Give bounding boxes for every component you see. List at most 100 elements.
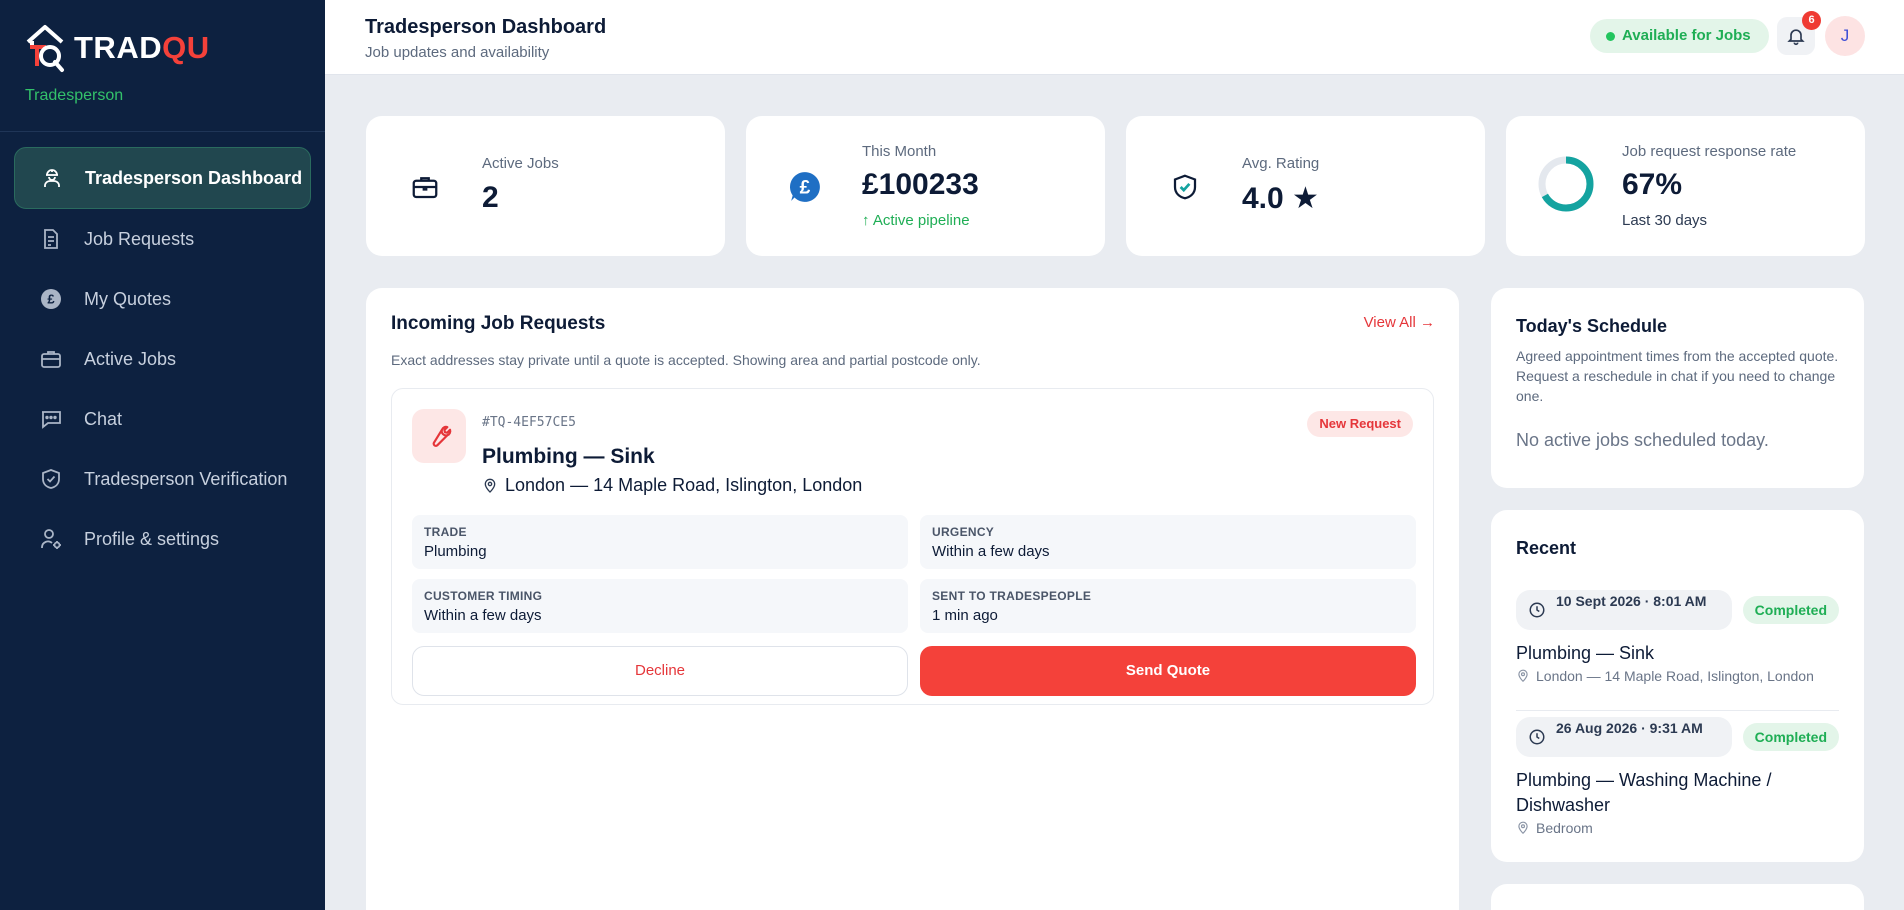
tradqu-logo-icon <box>26 25 64 72</box>
recent-date: 26 Aug 2026 · 9:31 AM <box>1516 717 1732 757</box>
recent-date: 10 Sept 2026 · 8:01 AM <box>1516 590 1732 630</box>
svg-text:£: £ <box>47 292 55 307</box>
pound-coin-icon: £ <box>788 170 822 204</box>
decline-button[interactable]: Decline <box>412 646 908 696</box>
sidebar: TRADQU Tradesperson Tradesperson Dashboa… <box>0 0 325 910</box>
recent-job-name: Plumbing — Sink <box>1516 643 1655 663</box>
brand-name: TRADQU <box>74 30 210 65</box>
recent-item[interactable]: 10 Sept 2026 · 8:01 AM Completed Plumbin… <box>1516 590 1839 700</box>
stat-card-this-month: £ This Month £100233 ↑ Active pipeline <box>746 116 1105 256</box>
pound-coin-icon: £ <box>38 286 64 312</box>
stat-footnote: ↑ Active pipeline <box>862 212 970 229</box>
field-trade: Trade Plumbing <box>412 515 908 569</box>
stat-label: This Month <box>862 143 937 160</box>
stat-value: £100233 <box>862 168 979 201</box>
clock-icon <box>1529 729 1545 745</box>
sidebar-item-profile-settings[interactable]: Profile & settings <box>14 509 311 569</box>
privacy-note: Exact addresses stay private until a quo… <box>391 352 981 368</box>
recent-title: Recent <box>1516 538 1577 558</box>
wrench-icon <box>412 409 466 463</box>
user-avatar[interactable]: J <box>1825 16 1865 56</box>
sidebar-item-chat[interactable]: Chat <box>14 389 311 449</box>
page-subtitle: Job updates and availability <box>365 44 550 61</box>
notification-count-badge: 6 <box>1802 11 1821 30</box>
stat-card-response-rate: Job request response rate 67% Last 30 da… <box>1506 116 1865 256</box>
schedule-description: Agreed appointment times from the accept… <box>1516 348 1839 404</box>
status-badge: Completed <box>1742 596 1839 624</box>
stat-label: Avg. Rating <box>1242 155 1320 172</box>
status-badge: Completed <box>1742 723 1839 751</box>
sidebar-item-label: Tradesperson Dashboard <box>85 167 303 188</box>
recent-divider <box>1516 710 1839 711</box>
page-title: Tradesperson Dashboard <box>365 16 607 38</box>
send-quote-button[interactable]: Send Quote <box>920 646 1416 696</box>
role-label: Tradesperson <box>25 87 124 104</box>
recent-card: Recent 10 Sept 2026 · 8:01 AM Completed … <box>1491 510 1864 862</box>
sidebar-item-active-jobs[interactable]: Active Jobs <box>14 329 311 389</box>
bell-icon <box>1787 29 1805 46</box>
next-card <box>1491 884 1864 910</box>
field-value: Plumbing <box>424 543 487 560</box>
field-value: 1 min ago <box>932 607 998 624</box>
clock-icon <box>1529 602 1545 618</box>
availability-toggle[interactable]: Available for Jobs <box>1590 19 1769 53</box>
stat-label: Job request response rate <box>1622 143 1797 160</box>
availability-dot <box>1606 32 1615 41</box>
briefcase-icon <box>38 346 64 372</box>
panel-title: Incoming Job Requests <box>391 313 606 334</box>
recent-location-text: Bedroom <box>1536 820 1593 836</box>
shield-check-icon <box>1168 170 1202 204</box>
sidebar-item-job-requests[interactable]: Job Requests <box>14 209 311 269</box>
recent-date-text: 26 Aug 2026 · 9:31 AM <box>1556 720 1703 736</box>
sidebar-item-label: Active Jobs <box>84 348 177 369</box>
stat-footnote: Last 30 days <box>1622 212 1708 229</box>
user-gear-icon <box>38 526 64 552</box>
stat-card-active-jobs: Active Jobs 2 <box>366 116 725 256</box>
job-location: London — 14 Maple Road, Islington, Londo… <box>482 475 862 496</box>
brand-logo[interactable]: TRADQU <box>24 22 210 74</box>
view-all-link[interactable]: View All → <box>1364 314 1435 331</box>
stat-value: 2 <box>482 181 499 214</box>
briefcase-icon <box>408 170 442 204</box>
location-pin-icon <box>1518 669 1528 683</box>
response-rate-ring <box>1538 156 1594 212</box>
field-value: Within a few days <box>932 543 1050 560</box>
schedule-empty-state: No active jobs scheduled today. <box>1516 430 1769 450</box>
recent-item[interactable]: 26 Aug 2026 · 9:31 AM Completed Plumbing… <box>1516 717 1839 847</box>
location-pin-icon <box>484 478 496 493</box>
job-location-text: London — 14 Maple Road, Islington, Londo… <box>505 475 863 495</box>
document-icon <box>38 226 64 252</box>
recent-location-text: London — 14 Maple Road, Islington, Londo… <box>1536 668 1814 684</box>
field-value: Within a few days <box>424 607 542 624</box>
sidebar-item-verification[interactable]: Tradesperson Verification <box>14 449 311 509</box>
sidebar-nav: Tradesperson Dashboard Job Requests £ My… <box>14 147 311 569</box>
schedule-title: Today's Schedule <box>1516 316 1667 336</box>
sidebar-item-my-quotes[interactable]: £ My Quotes <box>14 269 311 329</box>
stat-value: 4.0 ★ <box>1242 182 1319 215</box>
sidebar-divider <box>0 131 325 132</box>
recent-date-text: 10 Sept 2026 · 8:01 AM <box>1556 593 1707 609</box>
sidebar-item-label: Tradesperson Verification <box>84 468 288 489</box>
stat-card-avg-rating: Avg. Rating 4.0 ★ <box>1126 116 1485 256</box>
sidebar-item-dashboard[interactable]: Tradesperson Dashboard <box>14 147 311 209</box>
location-pin-icon <box>1518 821 1528 835</box>
chat-icon <box>38 406 64 432</box>
stat-value: 67% <box>1622 168 1683 201</box>
field-label: Urgency <box>932 525 995 539</box>
sidebar-item-label: My Quotes <box>84 288 172 309</box>
todays-schedule-card: Today's Schedule Agreed appointment time… <box>1491 288 1864 488</box>
job-request-card: #TQ-4EF57CE5 New Request Plumbing — Sink… <box>391 388 1434 705</box>
sidebar-item-label: Chat <box>84 408 123 429</box>
field-sent-to: Sent to Tradespeople 1 min ago <box>920 579 1416 633</box>
new-request-badge: New Request <box>1307 411 1413 437</box>
stat-label: Active Jobs <box>482 155 559 172</box>
recent-job-location: London — 14 Maple Road, Islington, Londo… <box>1516 668 1814 684</box>
svg-text:£: £ <box>800 177 811 198</box>
job-reference: #TQ-4EF57CE5 <box>482 415 576 430</box>
sidebar-item-label: Profile & settings <box>84 528 220 549</box>
top-header: Tradesperson Dashboard Job updates and a… <box>325 0 1904 75</box>
worker-icon <box>39 165 65 191</box>
field-urgency: Urgency Within a few days <box>920 515 1416 569</box>
recent-job-location: Bedroom <box>1516 820 1593 836</box>
field-label: Customer Timing <box>424 589 543 603</box>
